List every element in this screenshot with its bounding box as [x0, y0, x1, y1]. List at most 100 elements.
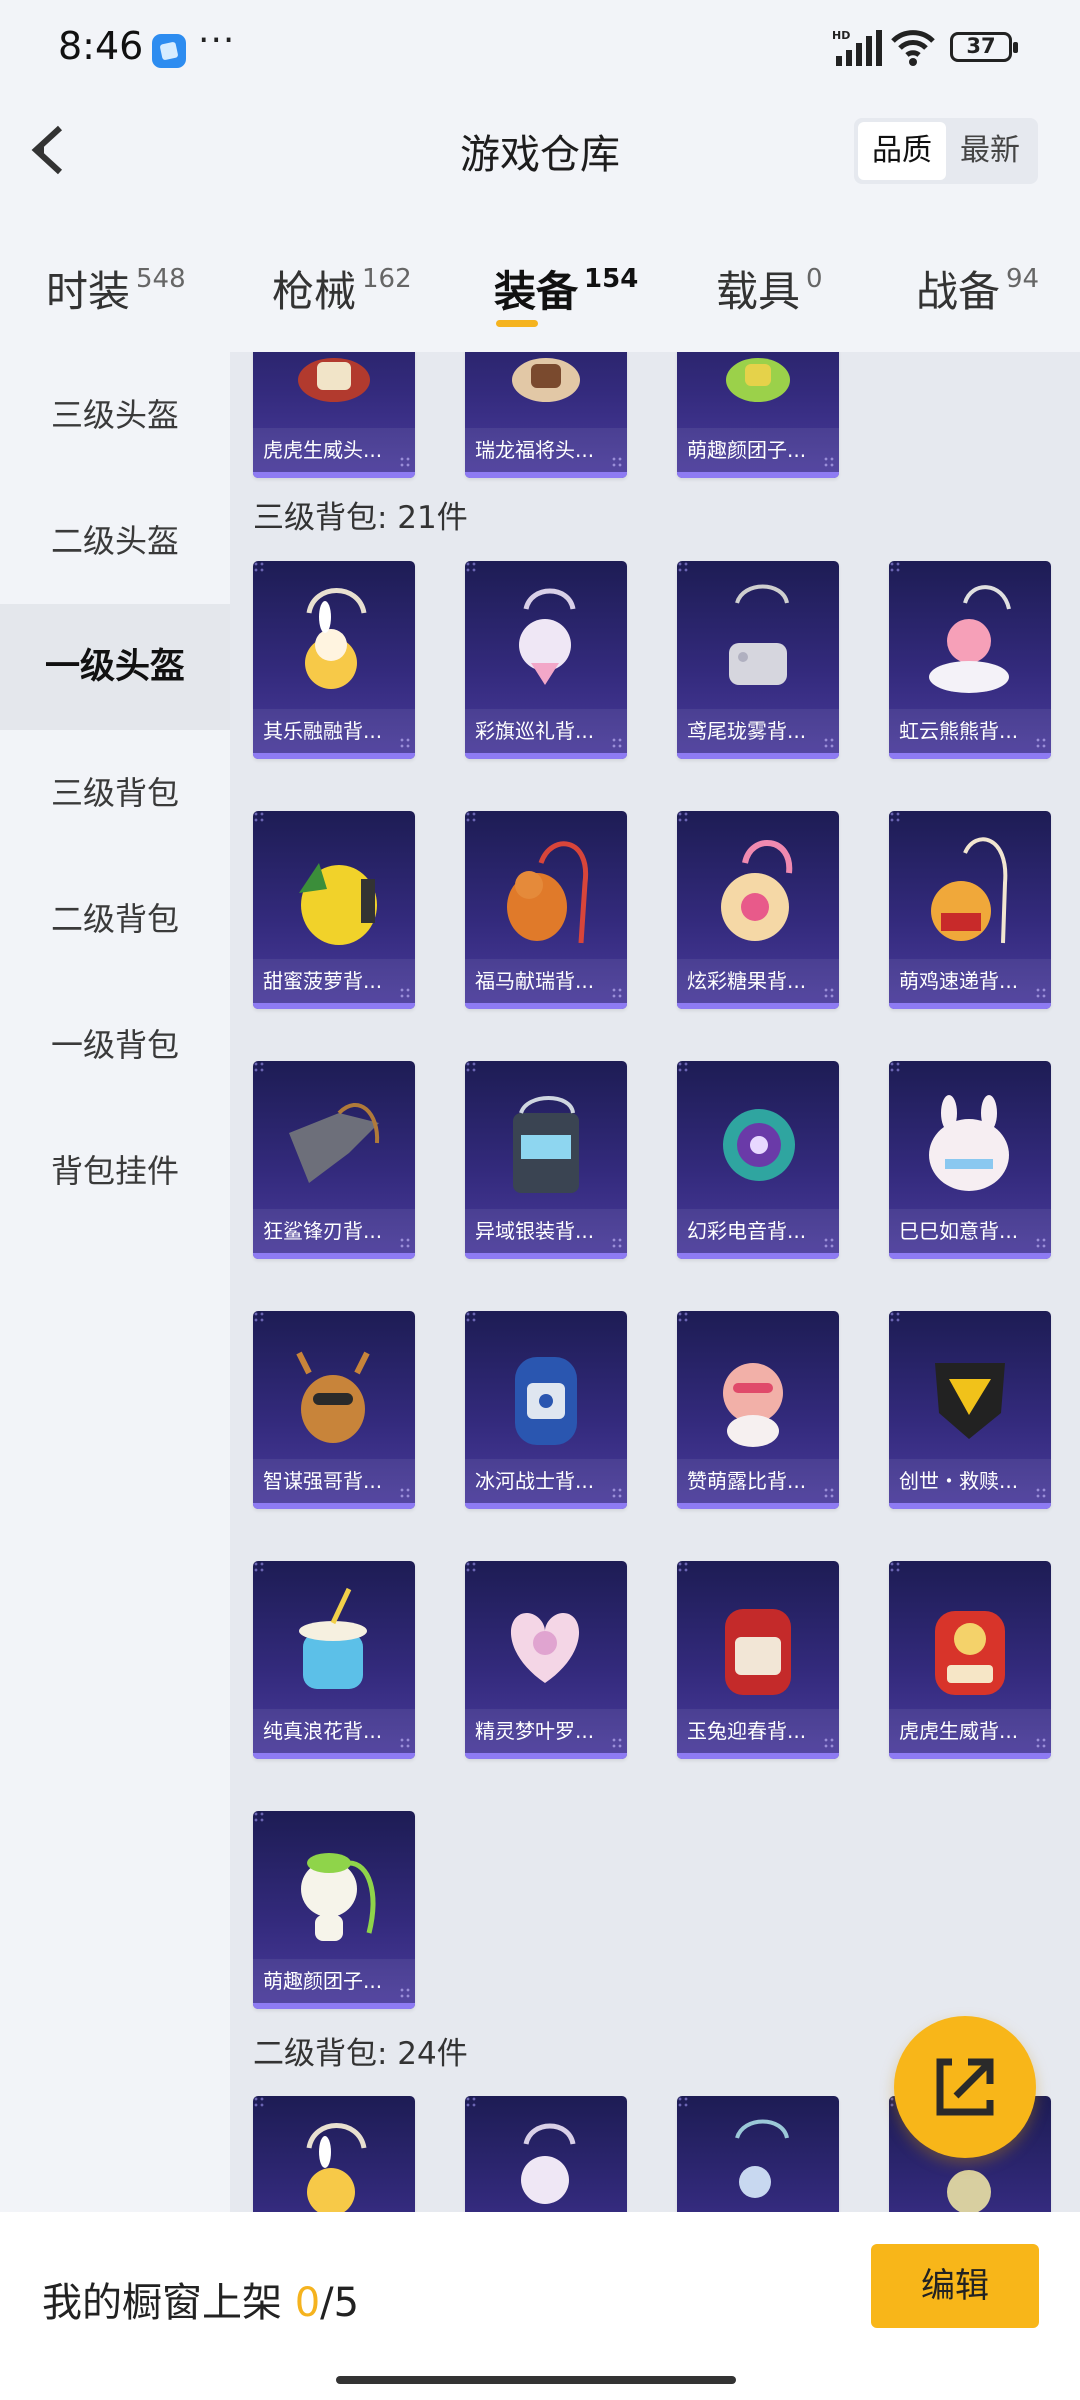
rarity-stripe	[677, 472, 839, 478]
sidebar-item-level3-helmet[interactable]: 三级头盔	[0, 352, 230, 478]
item-card[interactable]: 萌趣颜团子...	[253, 1811, 415, 2009]
backpack-image	[931, 837, 1008, 944]
item-name: 炫彩糖果背...	[677, 959, 839, 1003]
item-name: 赞萌露比背...	[677, 1459, 839, 1503]
item-name: 巳巳如意背...	[889, 1209, 1051, 1253]
backpack-image	[510, 1613, 580, 1683]
item-card[interactable]	[253, 2096, 415, 2212]
item-card[interactable]: 萌趣颜团子...	[677, 352, 839, 478]
tab-count: 548	[136, 264, 186, 294]
rarity-stripe	[253, 1003, 415, 1009]
sidebar-item-level3-backpack[interactable]: 三级背包	[0, 730, 230, 856]
showcase-total: /5	[320, 2280, 360, 2326]
backpack-image	[299, 863, 377, 945]
item-card[interactable]: 甜蜜菠萝背...	[253, 811, 415, 1009]
subcategory-sidebar: 三级头盔 二级头盔 一级头盔 三级背包 二级背包 一级背包 背包挂件	[0, 352, 230, 2212]
item-card[interactable]: 萌鸡速递背...	[889, 811, 1051, 1009]
showcase-count: 0	[294, 2280, 321, 2326]
home-indicator[interactable]	[336, 2376, 736, 2384]
item-card[interactable]: 虹云熊熊背...	[889, 561, 1051, 759]
backpack-image	[507, 841, 589, 944]
item-card[interactable]: 精灵梦叶罗...	[465, 1561, 627, 1759]
showcase-label: 我的橱窗上架	[42, 2280, 282, 2326]
tab-count: 0	[806, 264, 823, 294]
sidebar-item-level1-backpack[interactable]: 一级背包	[0, 982, 230, 1108]
tab-count: 154	[584, 264, 639, 294]
sidebar-item-level2-backpack[interactable]: 二级背包	[0, 856, 230, 982]
item-card[interactable]: 玉兔迎春背...	[677, 1561, 839, 1759]
item-name: 幻彩电音背...	[677, 1209, 839, 1253]
item-card[interactable]: 幻彩电音背...	[677, 1061, 839, 1259]
signal-icon: HD	[832, 29, 882, 66]
backpack-image	[513, 1096, 579, 1193]
rarity-stripe	[253, 1253, 415, 1259]
item-name: 虎虎生威背...	[889, 1709, 1051, 1753]
showcase-bar: 我的橱窗上架 0/5 编辑	[0, 2212, 1080, 2400]
item-card[interactable]	[677, 2096, 839, 2212]
sort-toggle[interactable]: 品质 最新	[854, 118, 1038, 184]
tab-count: 94	[1006, 264, 1040, 294]
item-card[interactable]: 瑞龙福将头...	[465, 352, 627, 478]
item-name: 其乐融融背...	[253, 709, 415, 753]
item-card[interactable]: 虎虎生威背...	[889, 1561, 1051, 1759]
category-tabs: 时装 548 枪械 162 装备 154 载具 0 战备 94	[0, 240, 1080, 340]
tab-label: 装备	[494, 267, 579, 316]
section-title-level2-backpack: 二级背包: 24件	[253, 2036, 468, 2072]
rarity-stripe	[253, 2003, 415, 2009]
more-notifications-icon: ···	[198, 20, 236, 61]
item-card[interactable]: 智谋强哥背...	[253, 1311, 415, 1509]
item-card[interactable]: 彩旗巡礼背...	[465, 561, 627, 759]
item-card[interactable]: 异域银装背...	[465, 1061, 627, 1259]
backpack-image	[521, 2123, 576, 2204]
tab-weapons[interactable]: 枪械 162	[272, 258, 412, 338]
item-card[interactable]: 福马献瑞背...	[465, 811, 627, 1009]
sort-by-quality-button[interactable]: 品质	[858, 122, 946, 180]
item-card[interactable]: 创世・救赎...	[889, 1311, 1051, 1509]
rarity-stripe	[889, 1253, 1051, 1259]
item-name: 纯真浪花背...	[253, 1709, 415, 1753]
item-card[interactable]	[465, 2096, 627, 2212]
helmet-image	[512, 358, 580, 402]
edit-button[interactable]: 编辑	[871, 2244, 1039, 2328]
tab-count: 162	[362, 264, 412, 294]
status-bar: 8:46 ··· HD 37	[0, 0, 1080, 100]
backpack-image	[725, 1609, 791, 1695]
item-card[interactable]: 巳巳如意背...	[889, 1061, 1051, 1259]
battery-level: 37	[966, 34, 996, 58]
tab-supplies[interactable]: 战备 94	[916, 258, 1039, 338]
item-card[interactable]: 冰河战士背...	[465, 1311, 627, 1509]
battery-icon: 37	[950, 32, 1018, 62]
share-button[interactable]	[894, 2016, 1036, 2158]
item-card[interactable]: 赞萌露比背...	[677, 1311, 839, 1509]
item-card[interactable]: 狂鲨锋刃背...	[253, 1061, 415, 1259]
rarity-stripe	[465, 1003, 627, 1009]
rarity-stripe	[465, 1253, 627, 1259]
item-name: 狂鲨锋刃背...	[253, 1209, 415, 1253]
item-name: 冰河战士背...	[465, 1459, 627, 1503]
tab-vehicles[interactable]: 载具 0	[716, 258, 823, 338]
sort-by-newest-button[interactable]: 最新	[946, 122, 1034, 180]
rarity-stripe	[253, 472, 415, 478]
showcase-status: 我的橱窗上架 0/5	[42, 2270, 359, 2328]
backpack-image	[929, 585, 1011, 693]
wifi-icon	[891, 30, 935, 66]
sidebar-item-level1-helmet[interactable]: 一级头盔	[0, 604, 230, 730]
item-name: 异域银装背...	[465, 1209, 627, 1253]
item-name: 福马献瑞背...	[465, 959, 627, 1003]
rarity-stripe	[889, 1753, 1051, 1759]
backpack-image	[299, 1587, 367, 1689]
item-card[interactable]: 鸢尾珑雾背...	[677, 561, 839, 759]
app-screen: 8:46 ··· HD 37 游戏仓库 品质 最新 时装 548 枪械 162 …	[0, 0, 1080, 2400]
backpack-image	[729, 584, 789, 685]
sidebar-item-level2-helmet[interactable]: 二级头盔	[0, 478, 230, 604]
rarity-stripe	[465, 753, 627, 759]
item-card[interactable]: 其乐融融背...	[253, 561, 415, 759]
item-card[interactable]: 虎虎生威头...	[253, 352, 415, 478]
item-card[interactable]: 纯真浪花背...	[253, 1561, 415, 1759]
backpack-image	[723, 1109, 795, 1181]
tab-fashion[interactable]: 时装 548	[46, 258, 186, 338]
item-name: 虎虎生威头...	[253, 428, 415, 472]
item-card[interactable]: 炫彩糖果背...	[677, 811, 839, 1009]
backpack-image	[305, 588, 367, 689]
sidebar-item-backpack-charm[interactable]: 背包挂件	[0, 1108, 230, 1234]
